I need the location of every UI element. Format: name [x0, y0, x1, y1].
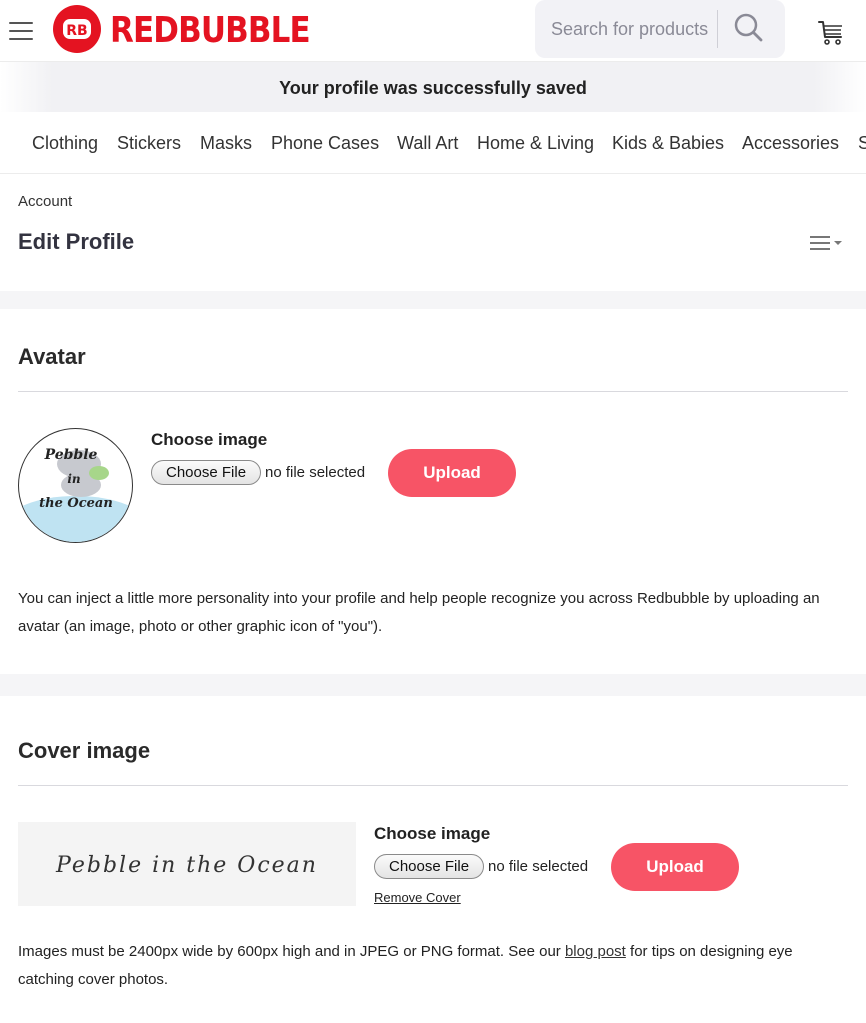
- success-message: Your profile was successfully saved: [279, 78, 587, 98]
- avatar-section-title: Avatar: [18, 344, 86, 369]
- blog-post-link[interactable]: blog post: [565, 943, 626, 960]
- cart-icon[interactable]: [817, 18, 845, 46]
- search-box: [535, 0, 785, 58]
- category-kids-babies[interactable]: Kids & Babies: [612, 133, 724, 154]
- category-stickers[interactable]: Stickers: [117, 133, 181, 154]
- cover-description: Images must be 2400px wide by 600px high…: [18, 938, 848, 994]
- list-menu-icon[interactable]: [808, 234, 844, 252]
- cover-choose-file-button[interactable]: Choose File: [374, 854, 485, 879]
- category-clothing[interactable]: Clothing: [32, 133, 98, 154]
- cover-section-title: Cover image: [18, 738, 151, 763]
- logo-wordmark[interactable]: REDBUBBLE: [110, 9, 311, 53]
- site-header: RB REDBUBBLE: [0, 0, 866, 62]
- cover-choose-label: Choose image: [374, 824, 491, 843]
- remove-cover-link[interactable]: Remove Cover: [374, 890, 461, 905]
- avatar-section-divider: [18, 391, 848, 392]
- category-wall-art[interactable]: Wall Art: [397, 133, 458, 154]
- search-icon[interactable]: [731, 11, 765, 45]
- redbubble-logo-icon[interactable]: RB: [53, 5, 101, 53]
- cover-section-divider: [18, 785, 848, 786]
- category-accessories[interactable]: Accessories: [742, 133, 839, 154]
- section-separator: [0, 674, 866, 696]
- avatar-file-status: no file selected: [265, 464, 366, 481]
- avatar-choose-label: Choose image: [151, 430, 268, 449]
- cover-upload-button[interactable]: Upload: [611, 843, 739, 891]
- category-more[interactable]: S: [858, 133, 866, 154]
- category-home-living[interactable]: Home & Living: [477, 133, 594, 154]
- cover-image-text: Pebble in the Ocean: [55, 853, 318, 878]
- cover-description-text: Images must be 2400px wide by 600px high…: [18, 943, 565, 960]
- search-input[interactable]: [551, 17, 717, 41]
- avatar-upload-button[interactable]: Upload: [388, 449, 516, 497]
- breadcrumb[interactable]: Account: [18, 193, 72, 210]
- category-masks[interactable]: Masks: [200, 133, 252, 154]
- cover-image: Pebble in the Ocean: [18, 822, 356, 906]
- avatar-text-line2: in: [67, 472, 80, 486]
- cover-file-status: no file selected: [488, 858, 589, 875]
- avatar-description: You can inject a little more personality…: [18, 590, 820, 635]
- logo-mark-text: RB: [66, 23, 87, 39]
- page-title: Edit Profile: [18, 229, 135, 254]
- category-phone-cases[interactable]: Phone Cases: [271, 133, 379, 154]
- avatar-text-line3: the Ocean: [39, 496, 113, 511]
- hamburger-menu-icon[interactable]: [9, 22, 33, 40]
- category-nav: Clothing Stickers Masks Phone Cases Wall…: [0, 112, 866, 174]
- avatar-image: Pebble in the Ocean: [18, 428, 133, 543]
- search-divider: [717, 10, 718, 48]
- success-banner: Your profile was successfully saved: [0, 62, 866, 112]
- section-separator: [0, 291, 866, 309]
- avatar-text-line1: Pebble: [44, 447, 98, 463]
- avatar-choose-file-button[interactable]: Choose File: [151, 460, 262, 485]
